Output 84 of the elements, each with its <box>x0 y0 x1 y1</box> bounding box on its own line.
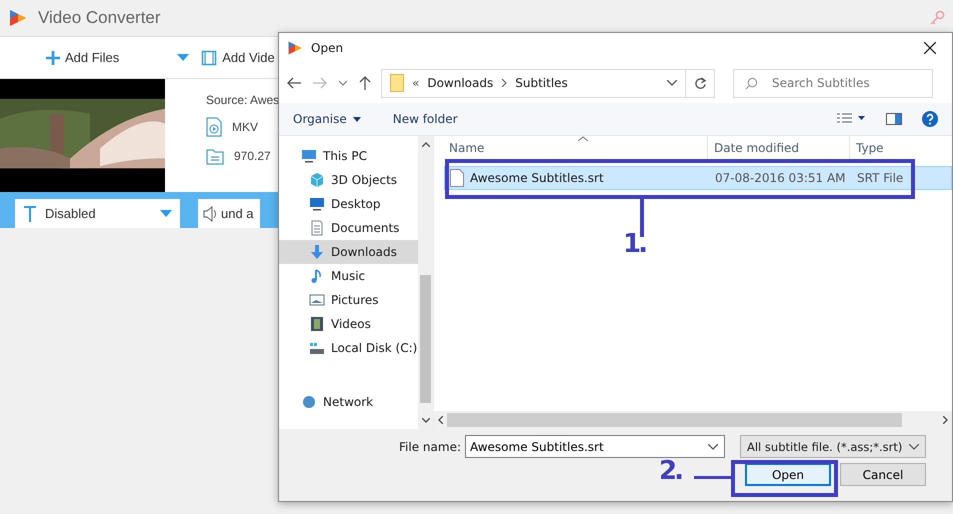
up-arrow-icon[interactable] <box>359 76 371 90</box>
preview-pane-icon[interactable] <box>886 113 902 125</box>
address-bar[interactable]: « Downloads Subtitles <box>381 68 686 98</box>
folder-icon <box>390 74 404 92</box>
format-label: MKV <box>232 120 258 134</box>
nav-item[interactable]: Documents <box>279 216 418 240</box>
column-header[interactable]: Type <box>850 136 952 160</box>
scroll-up-icon[interactable] <box>422 142 430 147</box>
film-icon <box>201 50 218 66</box>
key-icon <box>929 10 945 26</box>
caret-icon <box>352 116 361 122</box>
view-options-icon[interactable] <box>836 113 866 125</box>
speaker-icon <box>202 206 218 222</box>
file-type-dropdown[interactable]: All subtitle file. (*.ass;*.srt) <box>740 435 926 458</box>
file-name-label: File name: <box>399 440 461 454</box>
downloads-icon <box>309 244 325 260</box>
file-name-field[interactable]: Awesome Subtitles.srt <box>465 435 725 458</box>
close-icon <box>924 42 936 54</box>
scroll-down-icon[interactable] <box>422 418 430 423</box>
app-logo-icon <box>8 8 28 28</box>
nav-item[interactable]: Network <box>279 390 418 414</box>
breadcrumb-item: Downloads <box>427 76 494 90</box>
app-logo-icon <box>287 40 303 56</box>
file-row[interactable]: Awesome Subtitles.srt 07-08-2016 03:51 AM SRT File <box>444 166 952 190</box>
subtitle-dropdown[interactable]: Disabled <box>15 199 180 228</box>
folder-icon <box>206 147 224 165</box>
nav-item[interactable]: Desktop <box>279 192 418 216</box>
nav-item[interactable]: Music <box>279 264 418 288</box>
cancel-button[interactable]: Cancel <box>840 463 926 486</box>
chevron-down-icon <box>909 444 919 450</box>
plus-icon <box>46 50 60 64</box>
app-title: Video Converter <box>38 8 161 28</box>
column-header[interactable]: Date modified <box>708 136 850 160</box>
documents-icon <box>309 220 325 236</box>
chevron-down-icon[interactable] <box>339 80 347 86</box>
size-label: 970.27 <box>234 149 271 163</box>
scroll-right-icon[interactable] <box>943 416 948 424</box>
disk-icon <box>309 340 325 356</box>
nav-item[interactable]: Downloads <box>279 240 418 264</box>
search-icon <box>745 76 758 90</box>
source-label: Source: Awes <box>206 93 280 107</box>
desktop-icon <box>309 196 325 212</box>
nav-item[interactable]: Videos <box>279 312 418 336</box>
nav-item[interactable]: This PC <box>279 144 418 168</box>
overflow-chevrons: « <box>412 76 420 90</box>
scrollbar-thumb[interactable] <box>420 274 431 402</box>
help-icon[interactable] <box>922 111 938 127</box>
leader-line <box>694 476 731 479</box>
caret-icon <box>160 210 172 218</box>
chevron-down-icon[interactable] <box>708 444 718 450</box>
search-field[interactable]: Search Subtitles <box>733 68 933 98</box>
videos-icon <box>309 316 325 332</box>
file-type: SRT File <box>856 171 904 185</box>
breadcrumb-item: Subtitles <box>515 76 568 90</box>
text-icon <box>23 206 37 222</box>
objects-icon <box>309 172 325 188</box>
organise-menu[interactable]: Organise <box>287 112 367 126</box>
column-header[interactable]: Name <box>444 136 708 160</box>
chevron-right-icon <box>501 79 508 87</box>
nav-item[interactable]: 3D Objects <box>279 168 418 192</box>
network-icon <box>301 394 317 410</box>
file-date: 07-08-2016 03:51 AM <box>714 171 847 185</box>
pictures-icon <box>309 292 325 308</box>
video-file-icon <box>206 117 222 137</box>
file-name: Awesome Subtitles.srt <box>470 171 604 185</box>
file-icon <box>450 169 464 187</box>
dialog-title: Open <box>311 41 344 55</box>
open-button[interactable]: Open <box>745 463 831 486</box>
pc-icon <box>301 148 317 164</box>
add-button[interactable]: Add Vide <box>201 50 275 66</box>
refresh-button[interactable] <box>685 68 715 98</box>
dropdown-caret-icon[interactable] <box>177 54 190 62</box>
nav-item[interactable]: Local Disk (C:) <box>279 336 418 360</box>
new-folder-button[interactable]: New folder <box>386 112 464 126</box>
audio-dropdown[interactable]: und a <box>198 199 260 228</box>
nav-item[interactable]: Pictures <box>279 288 418 312</box>
scrollbar-thumb[interactable] <box>447 413 902 427</box>
add-button[interactable]: Add Files <box>46 50 120 65</box>
step-number: 1. <box>623 229 645 259</box>
back-arrow-icon[interactable] <box>287 77 301 89</box>
scroll-left-icon[interactable] <box>438 416 443 424</box>
step-number: 2. <box>659 456 681 486</box>
refresh-icon <box>694 76 706 90</box>
chevron-down-icon <box>667 80 677 86</box>
